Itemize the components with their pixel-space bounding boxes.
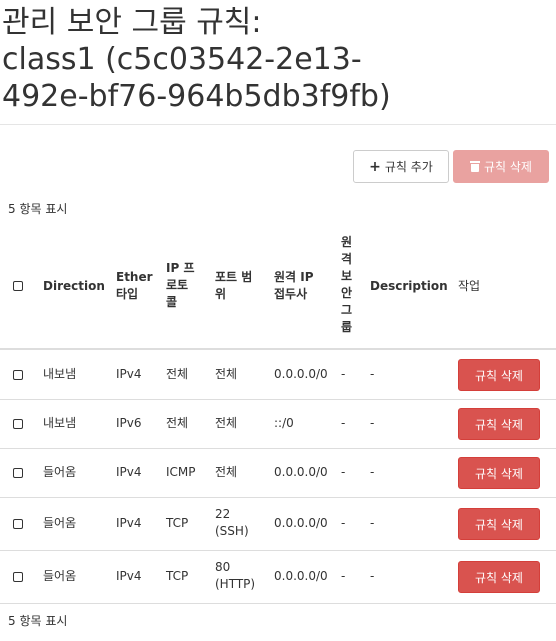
cell-remote-ip-prefix: 0.0.0.0/0	[274, 516, 328, 530]
header-direction[interactable]: Direction	[43, 278, 105, 295]
row-divider	[0, 497, 556, 498]
cell-description: -	[370, 569, 375, 583]
header-divider	[0, 348, 556, 350]
delete-rule-button[interactable]: 규칙 삭제	[458, 561, 540, 593]
header-remote-security-group[interactable]: 원격보안그룹	[341, 234, 355, 336]
cell-direction: 내보냄	[43, 367, 77, 381]
row-checkbox[interactable]	[13, 370, 23, 380]
delete-rule-button[interactable]: 규칙 삭제	[458, 457, 540, 489]
cell-port-service: (HTTP)	[215, 577, 256, 591]
cell-remote-ip-prefix: ::/0	[274, 416, 294, 430]
row-divider	[0, 399, 556, 400]
page-title: 관리 보안 그룹 규칙: class1 (c5c03542-2e13- 492e…	[2, 4, 552, 115]
cell-remote-security-group: -	[341, 367, 346, 381]
cell-remote-ip-prefix: 0.0.0.0/0	[274, 465, 328, 479]
row-checkbox[interactable]	[13, 419, 23, 429]
cell-description: -	[370, 465, 375, 479]
header-ip-protocol[interactable]: IP 프 로토 콜	[166, 260, 194, 311]
header-ip-protocol-line: 콜	[166, 295, 178, 309]
cell-port-number: 80	[215, 560, 231, 574]
header-remote-ip-prefix[interactable]: 원격 IP 접두사	[274, 269, 314, 303]
delete-rules-label: 규칙 삭제	[484, 160, 532, 174]
header-ether-line: 타입	[116, 287, 139, 301]
plus-icon: +	[369, 158, 381, 175]
add-rule-button[interactable]: + 규칙 추가	[353, 150, 449, 183]
row-divider	[0, 550, 556, 551]
header-ip-protocol-line: 로토	[166, 278, 189, 292]
cell-port-service: (SSH)	[215, 524, 249, 538]
cell-ip-protocol: ICMP	[166, 465, 196, 479]
cell-remote-security-group: -	[341, 569, 346, 583]
cell-ip-protocol: 전체	[166, 416, 189, 430]
cell-direction: 들어옴	[43, 569, 77, 583]
cell-remote-ip-prefix: 0.0.0.0/0	[274, 367, 328, 381]
header-actions: 작업	[458, 279, 481, 293]
cell-ip-protocol: TCP	[166, 516, 189, 530]
security-group-rules-page: 관리 보안 그룹 규칙: class1 (c5c03542-2e13- 492e…	[0, 0, 556, 641]
item-count: 5 항목 표시	[8, 202, 68, 216]
header-ether-line: Ether	[116, 270, 153, 284]
trash-icon	[470, 161, 480, 172]
row-divider	[0, 448, 556, 449]
header-ether-type[interactable]: Ether 타입	[116, 269, 153, 303]
cell-description: -	[370, 367, 375, 381]
cell-remote-security-group: -	[341, 465, 346, 479]
header-remote-ip-line: 원격 IP	[274, 270, 314, 284]
cell-ether-type: IPv4	[116, 367, 142, 381]
cell-port-range: 전체	[215, 416, 238, 430]
row-checkbox[interactable]	[13, 572, 23, 582]
header-port-range-line: 위	[215, 287, 227, 301]
delete-rule-button[interactable]: 규칙 삭제	[458, 359, 540, 391]
cell-direction: 들어옴	[43, 516, 77, 530]
page-title-line: 492e-bf76-964b5db3f9fb)	[2, 79, 391, 114]
cell-ether-type: IPv4	[116, 465, 142, 479]
delete-rules-button[interactable]: 규칙 삭제	[453, 150, 549, 183]
cell-ip-protocol: TCP	[166, 569, 189, 583]
cell-port-number: 22	[215, 507, 231, 521]
cell-ether-type: IPv4	[116, 569, 142, 583]
cell-description: -	[370, 516, 375, 530]
row-checkbox[interactable]	[13, 468, 23, 478]
page-title-line: 관리 보안 그룹 규칙:	[2, 5, 262, 40]
cell-remote-security-group: -	[341, 416, 346, 430]
row-checkbox[interactable]	[13, 519, 23, 529]
cell-port-range: 80 (HTTP)	[215, 559, 255, 593]
header-ip-protocol-line: IP 프	[166, 261, 195, 275]
delete-rule-button[interactable]: 규칙 삭제	[458, 508, 540, 540]
cell-port-range: 22 (SSH)	[215, 506, 249, 540]
title-divider	[0, 124, 556, 125]
delete-rule-button[interactable]: 규칙 삭제	[458, 408, 540, 440]
cell-ip-protocol: 전체	[166, 367, 189, 381]
row-divider	[0, 603, 556, 604]
header-description[interactable]: Description	[370, 278, 448, 295]
cell-port-range: 전체	[215, 465, 238, 479]
cell-description: -	[370, 416, 375, 430]
select-all-checkbox[interactable]	[13, 281, 23, 291]
cell-port-range: 전체	[215, 367, 238, 381]
cell-ether-type: IPv4	[116, 516, 142, 530]
cell-remote-ip-prefix: 0.0.0.0/0	[274, 569, 328, 583]
cell-direction: 내보냄	[43, 416, 77, 430]
header-remote-ip-line: 접두사	[274, 287, 308, 301]
cell-ether-type: IPv6	[116, 416, 142, 430]
header-port-range-line: 포트 범	[215, 270, 253, 284]
cell-direction: 들어옴	[43, 465, 77, 479]
cell-remote-security-group: -	[341, 516, 346, 530]
header-port-range[interactable]: 포트 범 위	[215, 269, 252, 303]
item-count-footer: 5 항목 표시	[8, 614, 68, 628]
page-title-line: class1 (c5c03542-2e13-	[2, 42, 362, 77]
add-rule-label: 규칙 추가	[384, 160, 433, 174]
